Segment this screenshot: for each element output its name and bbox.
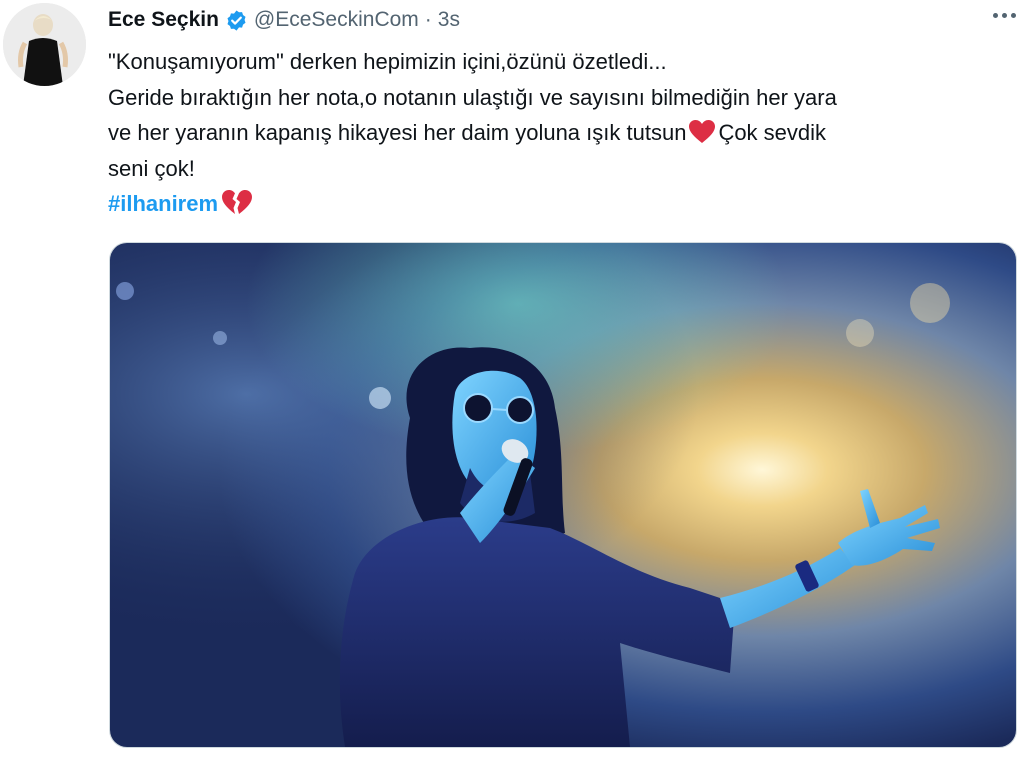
author-avatar[interactable] bbox=[3, 3, 86, 86]
more-dot bbox=[993, 13, 998, 18]
tweet-line-1: "Konuşamıyorum" derken hepimizin içini,ö… bbox=[108, 49, 667, 74]
tweet-line-3-end: Çok sevdik bbox=[718, 120, 827, 145]
hashtag-link[interactable]: #ilhanirem bbox=[108, 191, 218, 216]
concert-singer-photo bbox=[110, 243, 1016, 747]
more-options-icon[interactable] bbox=[993, 7, 1016, 24]
tweet-line-2: Geride bıraktığın her nota,o notanın ula… bbox=[108, 84, 837, 110]
tweet-line-5: #ilhanirem bbox=[108, 186, 1008, 222]
red-heart-icon bbox=[689, 120, 716, 143]
header-separator: · bbox=[424, 8, 432, 31]
tweet-text: "Konuşamıyorum" derken hepimizin içini,ö… bbox=[108, 44, 1008, 222]
avatar-image bbox=[3, 3, 86, 86]
tweet-line-3-text: ve her yaranın kapanış hikayesi her daim… bbox=[108, 120, 687, 145]
broken-heart-icon bbox=[222, 190, 253, 214]
verified-badge-icon bbox=[227, 9, 246, 31]
tweet-timestamp[interactable]: 3s bbox=[438, 8, 460, 32]
more-dot bbox=[1011, 13, 1016, 18]
tweet-line-3: ve her yaranın kapanış hikayesi her daim… bbox=[108, 115, 1008, 151]
more-dot bbox=[1002, 13, 1007, 18]
author-handle[interactable]: @EceSeckinCom bbox=[254, 8, 419, 32]
tweet-line-4: seni çok! bbox=[108, 155, 195, 181]
tweet-header: Ece Seçkin @EceSeckinCom · 3s bbox=[108, 6, 460, 34]
author-name[interactable]: Ece Seçkin bbox=[108, 8, 219, 32]
tweet-media-photo[interactable] bbox=[109, 242, 1017, 748]
